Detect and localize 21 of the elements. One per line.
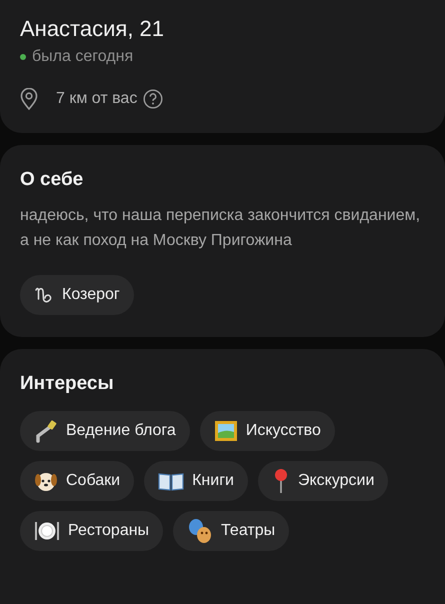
open-book-icon [158, 471, 184, 491]
interest-chip[interactable]: Рестораны [20, 511, 164, 551]
location-icon [20, 88, 38, 110]
selfie-stick-icon [34, 419, 58, 443]
plate-cutlery-icon [34, 520, 60, 542]
help-icon[interactable] [143, 89, 164, 109]
about-text: надеюсь, что наша переписка закончится свиданием, а не как поход на Москву Пригожина [20, 206, 422, 251]
interest-chip[interactable]: Экскурсии [258, 461, 388, 501]
distance-text: 7 км от вас [56, 90, 138, 108]
interest-chip[interactable]: Собаки [20, 461, 134, 501]
interest-chip[interactable]: Театры [173, 511, 290, 551]
interest-chip[interactable]: Искусство [200, 411, 335, 451]
section-title: Интересы [20, 373, 115, 395]
last-seen-status: была сегодня [32, 48, 134, 66]
zodiac-chip: Козерог [20, 275, 134, 315]
framed-picture-icon [214, 420, 238, 442]
section-title: О себе [20, 169, 84, 191]
interest-chip[interactable]: Книги [144, 461, 248, 501]
profile-name: Анастасия, 21 [20, 16, 166, 42]
capricorn-icon [34, 285, 54, 305]
interest-chip[interactable]: Ведение блога [20, 411, 190, 451]
